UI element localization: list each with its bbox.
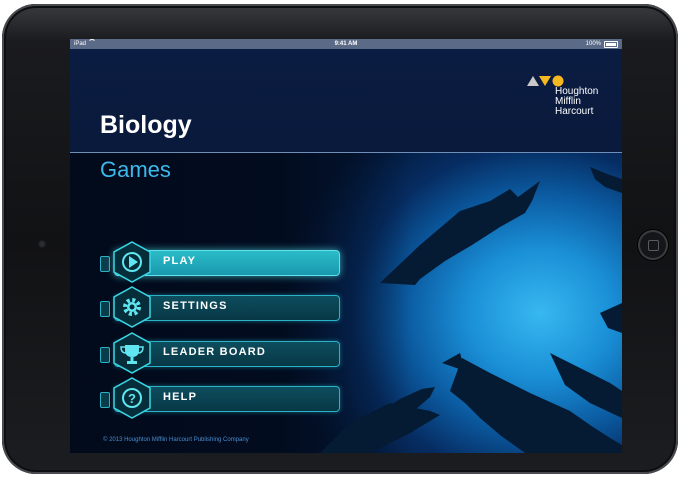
settings-label: SETTINGS xyxy=(163,300,228,312)
battery-icon xyxy=(604,40,618,48)
logo-line-3: Harcourt xyxy=(555,106,594,117)
help-button[interactable]: ? HELP xyxy=(100,377,340,419)
play-button[interactable]: PLAY xyxy=(100,241,340,283)
status-bar: iPad 9:41 AM 100% xyxy=(70,39,622,49)
app-subtitle: Games xyxy=(100,157,171,182)
header-divider xyxy=(70,152,622,153)
svg-text:?: ? xyxy=(128,391,136,406)
settings-button[interactable]: SETTINGS xyxy=(100,286,340,328)
copyright-text: © 2013 Houghton Mifflin Harcourt Publish… xyxy=(103,437,249,443)
play-icon xyxy=(113,241,151,283)
front-camera xyxy=(38,240,46,248)
battery-percent: 100% xyxy=(585,41,601,47)
ipad-frame: iPad 9:41 AM 100% Biology Games Houghton… xyxy=(2,4,678,474)
help-label: HELP xyxy=(163,391,198,403)
trophy-icon xyxy=(113,332,151,374)
clock: 9:41 AM xyxy=(334,41,358,47)
help-icon: ? xyxy=(113,377,151,419)
publisher-logo: Houghton Mifflin Harcourt xyxy=(527,74,617,124)
leader-board-button[interactable]: LEADER BOARD xyxy=(100,332,340,374)
app-screen: iPad 9:41 AM 100% Biology Games Houghton… xyxy=(70,39,622,453)
gear-icon xyxy=(113,286,151,328)
play-label: PLAY xyxy=(163,255,197,267)
leader-board-label: LEADER BOARD xyxy=(163,346,267,358)
battery-indicator: 100% xyxy=(586,39,618,49)
home-button[interactable] xyxy=(638,230,668,260)
app-title: Biology xyxy=(100,111,192,139)
